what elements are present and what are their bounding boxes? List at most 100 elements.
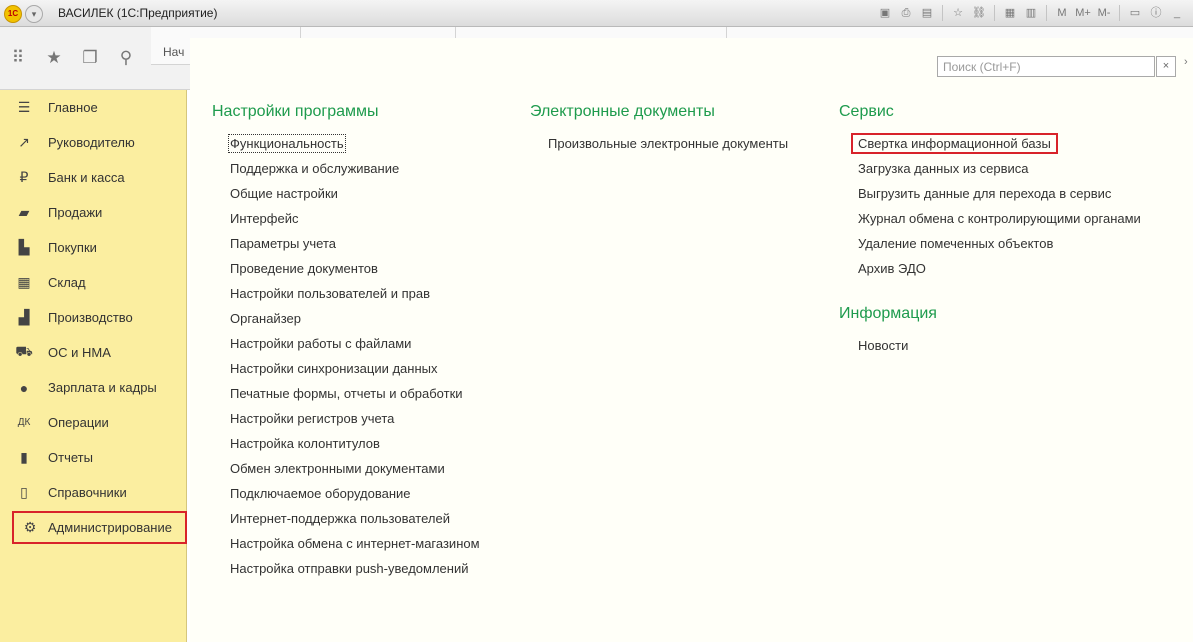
sidebar-item-bank[interactable]: ₽ Банк и касса xyxy=(0,160,186,195)
toolbar-divider xyxy=(994,5,995,21)
list-item[interactable]: Подключаемое оборудование xyxy=(230,481,480,506)
sidebar-item-manager[interactable]: ↗ Руководителю xyxy=(0,125,186,160)
list-item[interactable]: Архив ЭДО xyxy=(858,256,1141,281)
sidebar-item-label: Производство xyxy=(48,310,133,325)
link-icon[interactable]: ⛓ xyxy=(971,5,987,21)
sidebar-item-label: Покупки xyxy=(48,240,97,255)
list-item[interactable]: Настройки работы с файлами xyxy=(230,331,480,356)
sidebar-item-label: Зарплата и кадры xyxy=(48,380,157,395)
edocs-list: Произвольные электронные документы xyxy=(548,131,788,156)
memory-button[interactable]: M xyxy=(1054,5,1070,21)
list-item[interactable]: Новости xyxy=(858,333,908,358)
sidebar-item-catalogs[interactable]: ▯ Справочники xyxy=(0,475,186,510)
star-icon[interactable]: ★ xyxy=(36,48,72,68)
tool-icons: ⠿ ★ ❐ ⚲ xyxy=(0,27,150,89)
list-item[interactable]: Функциональность xyxy=(228,131,480,156)
service-list: Свертка информационной базы Загрузка дан… xyxy=(851,131,1141,281)
list-item[interactable]: Общие настройки xyxy=(230,181,480,206)
sidebar-item-main[interactable]: ☰ Главное xyxy=(0,90,186,125)
sidebar-item-warehouse[interactable]: ▦ Склад xyxy=(0,265,186,300)
trend-icon: ↗ xyxy=(18,134,30,150)
save-icon[interactable]: ▣ xyxy=(877,5,893,21)
tab-start-page[interactable]: Нач xyxy=(163,45,184,59)
minimize-icon[interactable]: _ xyxy=(1169,5,1185,21)
list-item[interactable]: Органайзер xyxy=(230,306,480,331)
sidebar-item-label: ОС и НМА xyxy=(48,345,111,360)
menu-link-functionality[interactable]: Функциональность xyxy=(228,134,346,153)
sidebar-item-purchases[interactable]: ▙ Покупки xyxy=(0,230,186,265)
sidebar-item-reports[interactable]: ▮ Отчеты xyxy=(0,440,186,475)
list-item[interactable]: Журнал обмена с контролирующими органами xyxy=(858,206,1141,231)
memory-minus-button[interactable]: M- xyxy=(1096,5,1112,21)
sidebar-item-label: Администрирование xyxy=(48,520,172,535)
calendar-icon[interactable]: ▥ xyxy=(1023,5,1039,21)
administration-panel: × › Настройки программы Функциональность… xyxy=(190,38,1193,642)
sidebar-item-assets[interactable]: ⛟ ОС и НМА xyxy=(0,335,186,370)
debit-credit-icon: ДК xyxy=(17,417,31,428)
list-item[interactable]: Параметры учета xyxy=(230,231,480,256)
history-icon[interactable]: ❐ xyxy=(72,48,108,68)
sidebar-item-label: Отчеты xyxy=(48,450,93,465)
toolbar-divider xyxy=(942,5,943,21)
search-input[interactable] xyxy=(937,56,1155,77)
person-icon: ● xyxy=(19,379,29,396)
sidebar-item-label: Продажи xyxy=(48,205,103,220)
list-item[interactable]: Настройка отправки push-уведомлений xyxy=(230,556,480,581)
sidebar-item-label: Операции xyxy=(48,415,109,430)
list-item[interactable]: Произвольные электронные документы xyxy=(548,131,788,156)
info-icon[interactable]: ⓘ xyxy=(1148,5,1164,21)
list-item[interactable]: Поддержка и обслуживание xyxy=(230,156,480,181)
bar-chart-icon: ▮ xyxy=(20,449,28,465)
section-title-info: Информация xyxy=(839,305,937,322)
warehouse-icon: ▦ xyxy=(17,274,31,290)
section-title-settings: Настройки программы xyxy=(212,103,379,120)
truck-icon: ⛟ xyxy=(15,343,33,359)
search-icon[interactable]: ⚲ xyxy=(108,48,144,68)
preview-icon[interactable]: ▤ xyxy=(919,5,935,21)
sidebar-item-label: Справочники xyxy=(48,485,127,500)
settings-list: Функциональность Поддержка и обслуживани… xyxy=(228,131,480,581)
list-item[interactable]: Удаление помеченных объектов xyxy=(858,231,1141,256)
memory-plus-button[interactable]: M+ xyxy=(1075,5,1091,21)
sidebar-item-sales[interactable]: ▰ Продажи xyxy=(0,195,186,230)
section-title-edocs: Электронные документы xyxy=(530,103,715,120)
list-item[interactable]: Выгрузить данные для перехода в сервис xyxy=(858,181,1141,206)
list-item[interactable]: Загрузка данных из сервиса xyxy=(858,156,1141,181)
bag-icon: ▰ xyxy=(18,204,30,220)
list-item[interactable]: Свертка информационной базы xyxy=(851,131,1141,156)
sidebar-item-administration[interactable]: ⚙ Администрирование xyxy=(12,511,187,544)
sidebar-item-label: Главное xyxy=(48,100,98,115)
sidebar-item-salary[interactable]: ● Зарплата и кадры xyxy=(0,370,186,405)
ruble-icon: ₽ xyxy=(19,169,29,185)
main-menu-icon[interactable]: ▾ xyxy=(25,5,43,23)
list-item[interactable]: Настройка обмена с интернет-магазином xyxy=(230,531,480,556)
sidebar-item-production[interactable]: ▟ Производство xyxy=(0,300,186,335)
list-item[interactable]: Интерфейс xyxy=(230,206,480,231)
list-item[interactable]: Настройки регистров учета xyxy=(230,406,480,431)
apps-grid-icon[interactable]: ⠿ xyxy=(0,48,36,68)
section-title-service: Сервис xyxy=(839,103,894,120)
title-bar: 1С ▾ ВАСИЛЕК (1С:Предприятие) ▣ ⎙ ▤ ☆ ⛓ … xyxy=(0,0,1193,27)
list-item[interactable]: Настройки синхронизации данных xyxy=(230,356,480,381)
list-icon: ☰ xyxy=(17,99,31,115)
list-item[interactable]: Настройка колонтитулов xyxy=(230,431,480,456)
print-icon[interactable]: ⎙ xyxy=(898,5,914,21)
list-item[interactable]: Интернет-поддержка пользователей xyxy=(230,506,480,531)
sidebar: ☰ Главное ↗ Руководителю ₽ Банк и касса … xyxy=(0,90,187,642)
list-item[interactable]: Печатные формы, отчеты и обработки xyxy=(230,381,480,406)
sidebar-item-label: Руководителю xyxy=(48,135,135,150)
chevron-right-icon[interactable]: › xyxy=(1184,56,1188,68)
sidebar-item-label: Склад xyxy=(48,275,86,290)
list-item[interactable]: Проведение документов xyxy=(230,256,480,281)
clear-search-icon[interactable]: × xyxy=(1156,56,1176,77)
title-toolbar: ▣ ⎙ ▤ ☆ ⛓ ▦ ▥ M M+ M- ▭ ⓘ _ xyxy=(877,4,1185,22)
window-title: ВАСИЛЕК (1С:Предприятие) xyxy=(58,6,218,20)
menu-link-infobase-collapse[interactable]: Свертка информационной базы xyxy=(851,133,1058,154)
calculator-icon[interactable]: ▦ xyxy=(1002,5,1018,21)
list-item[interactable]: Обмен электронными документами xyxy=(230,456,480,481)
panel-icon[interactable]: ▭ xyxy=(1127,5,1143,21)
sidebar-item-operations[interactable]: ДК Операции xyxy=(0,405,186,440)
list-item[interactable]: Настройки пользователей и прав xyxy=(230,281,480,306)
favorites-icon[interactable]: ☆ xyxy=(950,5,966,21)
gear-icon: ⚙ xyxy=(23,519,37,535)
